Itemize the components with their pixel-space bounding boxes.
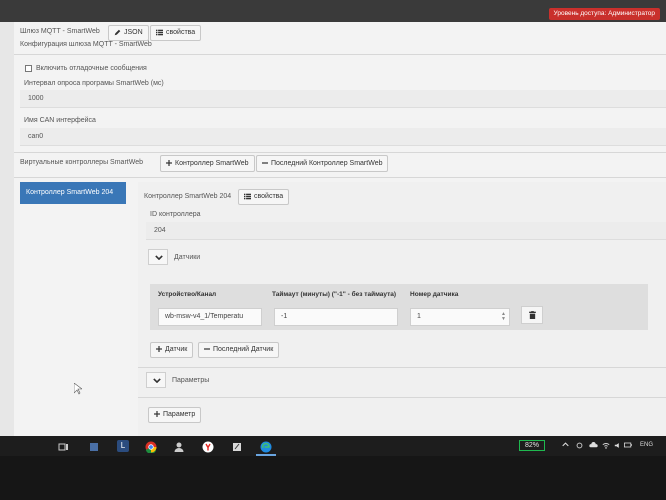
battery-indicator[interactable]: 82% [519,440,545,451]
mouse-cursor-icon [74,383,82,395]
chevron-down-icon [155,255,163,260]
params-label: Параметры [172,377,210,384]
active-app-indicator [256,454,276,456]
minus-icon [262,162,268,164]
language-indicator[interactable]: ENG [640,442,653,448]
list-icon [244,193,251,199]
divider [14,54,666,55]
remove-last-controller-label: Последний Контроллер SmartWeb [271,160,383,167]
task-view-icon[interactable] [58,440,70,452]
debug-checkbox[interactable] [25,65,32,72]
gateway-title: Шлюз MQTT - SmartWeb [20,28,100,35]
can-interface-input[interactable]: can0 [20,128,666,146]
top-navbar: Уровень доступа: Администратор [0,0,666,22]
column-header-timeout: Таймаут (минуты) ("-1" - без таймаута) [272,291,397,298]
controller-properties-label: свойства [254,193,284,200]
plus-icon [154,411,160,418]
controller-properties-button[interactable]: свойства [238,189,290,205]
wifi-icon[interactable] [602,442,610,451]
debug-label: Включить отладочные сообщения [36,65,147,72]
poll-interval-label: Интервал опроса програмы SmartWeb (мс) [24,80,164,87]
controller-title: Контроллер SmartWeb 204 [144,193,232,200]
add-param-button[interactable]: Параметр [148,407,202,423]
battery-icon[interactable] [624,442,632,450]
delete-sensor-button[interactable] [521,306,543,324]
list-icon [156,29,163,35]
controller-panel: Контроллер SmartWeb 204 свойства ID конт… [138,182,666,436]
sensors-label: Датчики [174,254,201,261]
plus-icon [156,346,162,353]
chrome-icon[interactable] [145,440,157,454]
remove-last-sensor-label: Последний Датчик [213,346,274,353]
divider [14,152,666,153]
divider [138,367,666,368]
pencil-icon [114,29,121,35]
tray-chevron-up-icon[interactable] [562,442,569,449]
sensor-number-input[interactable]: 1 ▲ ▼ [410,308,510,326]
params-toggle-button[interactable] [146,372,166,388]
minus-icon [204,348,210,350]
user-app-icon[interactable] [173,440,185,452]
notes-app-icon[interactable] [231,440,243,452]
remove-last-controller-button[interactable]: Последний Контроллер SmartWeb [256,155,389,172]
divider [138,397,666,398]
column-header-device: Устройство/Канал [158,291,217,298]
add-sensor-label: Датчик [165,346,188,353]
controller-id-label: ID контроллера [150,211,201,218]
volume-icon[interactable] [614,442,622,451]
edge-browser-icon[interactable] [260,440,272,453]
trash-icon [529,311,536,319]
chevron-down-icon [153,378,161,383]
gateway-properties-button[interactable]: свойства [150,25,202,41]
device-channel-input[interactable]: wb-msw-v4_1/Temperatu [158,308,262,326]
can-interface-label: Имя CAN интерфейса [24,117,96,124]
number-spinner-icon[interactable]: ▲ ▼ [501,312,506,322]
browser-viewport: Уровень доступа: Администратор Шлюз MQTT… [0,0,666,436]
json-button-label: JSON [124,29,143,36]
timeout-input[interactable]: -1 [274,308,398,326]
app-icon-1[interactable] [88,440,100,452]
access-level-badge: Уровень доступа: Администратор [548,8,660,20]
sidebar-item-controller-204[interactable]: Контроллер SmartWeb 204 [20,182,126,204]
add-controller-button[interactable]: Контроллер SmartWeb [160,155,255,172]
cloud-icon[interactable] [589,442,598,450]
yandex-browser-icon[interactable] [202,440,214,453]
plus-icon [166,160,172,167]
controller-id-input[interactable]: 204 [146,222,666,240]
letter-app-icon[interactable]: L [117,440,129,452]
config-title: Конфигурация шлюза MQTT - SmartWeb [20,41,152,48]
taskbar: L 82% ENG [0,436,666,456]
refresh-icon[interactable] [576,442,583,451]
poll-interval-input[interactable]: 1000 [20,90,666,108]
divider [14,177,666,178]
sensors-toggle-button[interactable] [148,249,168,265]
json-button[interactable]: JSON [108,25,149,41]
gateway-properties-label: свойства [166,29,196,36]
sensor-number-value: 1 [417,313,421,320]
add-controller-label: Контроллер SmartWeb [175,160,249,167]
virtual-controllers-label: Виртуальные контроллеры SmartWeb [20,159,143,166]
column-header-sensor-number: Номер датчика [410,291,459,298]
add-param-label: Параметр [163,411,196,418]
remove-last-sensor-button[interactable]: Последний Датчик [198,342,280,358]
add-sensor-button[interactable]: Датчик [150,342,194,358]
